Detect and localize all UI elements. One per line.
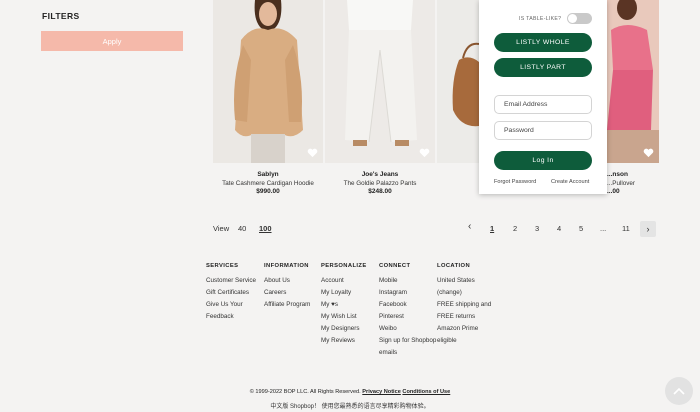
product-image[interactable] <box>213 0 323 163</box>
product-brand[interactable]: Joe's Jeans <box>325 171 435 178</box>
page-4[interactable]: 4 <box>557 224 561 233</box>
footer-link[interactable]: Amazon Prime <box>437 323 491 335</box>
footer-link[interactable]: My Designers <box>321 323 367 335</box>
view-option-40[interactable]: 40 <box>238 224 246 233</box>
footer-services: SERVICES Customer Service Gift Certifica… <box>206 263 256 323</box>
footer-link[interactable]: FREE shipping and <box>437 299 491 311</box>
forgot-password-link[interactable]: Forgot Password <box>494 179 536 185</box>
footer-connect: CONNECT Mobile Instagram Facebook Pinter… <box>379 263 436 359</box>
pagination-ellipsis: ... <box>600 224 607 233</box>
footer-link[interactable]: Sign up for Shopbop <box>379 335 436 347</box>
product-name[interactable]: Tate Cashmere Cardigan Hoodie <box>213 180 323 187</box>
footer-information: INFORMATION About Us Careers Affiliate P… <box>264 263 310 311</box>
footer-personalize: PERSONALIZE Account My Loyalty My ♥s My … <box>321 263 367 347</box>
footer-heading: LOCATION <box>437 263 471 269</box>
conditions-of-use-link[interactable]: Conditions of Use <box>402 389 450 395</box>
page-3[interactable]: 3 <box>535 224 539 233</box>
scroll-to-top-button[interactable] <box>665 377 693 405</box>
footer-text: United States <box>437 277 475 284</box>
footer-link[interactable]: Give Us Your <box>206 299 256 311</box>
copyright-text: © 1999-2022 BOP LLC. All Rights Reserved… <box>249 389 361 395</box>
filters-title: FILTERS <box>42 11 80 21</box>
heart-icon[interactable] <box>643 148 654 158</box>
footer-link[interactable]: Affiliate Program <box>264 299 310 311</box>
next-page-button[interactable]: › <box>640 221 656 237</box>
view-label: View <box>213 224 230 233</box>
chevron-up-icon <box>673 387 685 395</box>
product-image[interactable] <box>607 0 659 163</box>
footer-location: LOCATION United States (change) FREE shi… <box>437 263 491 347</box>
chinese-version-link[interactable]: 中文版 Shopbop！ 使用您最熟悉的语言尽享精彩购物体验。 <box>0 401 700 410</box>
prev-page-button[interactable]: ‹ <box>468 221 471 232</box>
create-account-link[interactable]: Create Account <box>551 179 589 185</box>
footer-link[interactable]: Mobile <box>379 275 436 287</box>
product-image[interactable] <box>437 0 479 163</box>
listly-popup: IS TABLE-LIKE? LISTLY WHOLE LISTLY PART … <box>479 0 607 194</box>
page-11[interactable]: 11 <box>622 224 630 233</box>
listly-whole-button[interactable]: LISTLY WHOLE <box>494 33 592 52</box>
heart-icon[interactable] <box>307 148 318 158</box>
footer-link[interactable]: emails <box>379 347 436 359</box>
product-brand[interactable]: Sablyn <box>213 171 323 178</box>
footer-link[interactable]: eligible <box>437 335 491 347</box>
product-image[interactable] <box>325 0 435 163</box>
footer-link[interactable]: Feedback <box>206 311 256 323</box>
footer-heading: INFORMATION <box>264 263 309 269</box>
product-price: $248.00 <box>368 188 392 195</box>
product-name[interactable]: The Goldie Palazzo Pants <box>325 180 435 187</box>
table-like-label: IS TABLE-LIKE? <box>519 16 562 22</box>
table-like-toggle[interactable] <box>567 13 592 24</box>
footer-link[interactable]: Gift Certificates <box>206 287 256 299</box>
footer-link[interactable]: Pinterest <box>379 311 436 323</box>
footer-link[interactable]: Facebook <box>379 299 436 311</box>
footer-link[interactable]: Weibo <box>379 323 436 335</box>
footer-link[interactable]: My Loyalty <box>321 287 367 299</box>
email-field[interactable]: Email Address <box>494 95 592 114</box>
footer-heading: CONNECT <box>379 263 411 269</box>
footer-link[interactable]: Instagram <box>379 287 436 299</box>
privacy-notice-link[interactable]: Privacy Notice <box>362 389 401 395</box>
footer-link[interactable]: Careers <box>264 287 310 299</box>
page-2[interactable]: 2 <box>513 224 517 233</box>
footer-link[interactable]: My Wish List <box>321 311 367 323</box>
apply-button[interactable]: Apply <box>41 31 183 51</box>
footer-heading: SERVICES <box>206 263 239 269</box>
page-5[interactable]: 5 <box>579 224 583 233</box>
footer-link[interactable]: Customer Service <box>206 275 256 287</box>
footer-link[interactable]: FREE returns <box>437 311 491 323</box>
footer-link[interactable]: Account <box>321 275 367 287</box>
view-option-100[interactable]: 100 <box>259 224 272 233</box>
footer-link[interactable]: My Reviews <box>321 335 367 347</box>
heart-icon[interactable] <box>419 148 430 158</box>
product-name[interactable]: ...Pullover <box>607 180 659 187</box>
footer-link[interactable]: My ♥s <box>321 299 367 311</box>
copyright-line: © 1999-2022 BOP LLC. All Rights Reserved… <box>0 389 700 395</box>
footer-heading: PERSONALIZE <box>321 263 367 269</box>
product-price: $990.00 <box>256 188 280 195</box>
login-button[interactable]: Log In <box>494 151 592 170</box>
toggle-knob <box>568 14 577 23</box>
footer-link[interactable]: About Us <box>264 275 310 287</box>
password-field[interactable]: Password <box>494 121 592 140</box>
page-1[interactable]: 1 <box>490 224 494 233</box>
product-brand[interactable]: ...nson <box>607 171 659 178</box>
footer-link[interactable]: (change) <box>437 287 491 299</box>
product-price: ...00 <box>607 188 620 195</box>
listly-part-button[interactable]: LISTLY PART <box>494 58 592 77</box>
